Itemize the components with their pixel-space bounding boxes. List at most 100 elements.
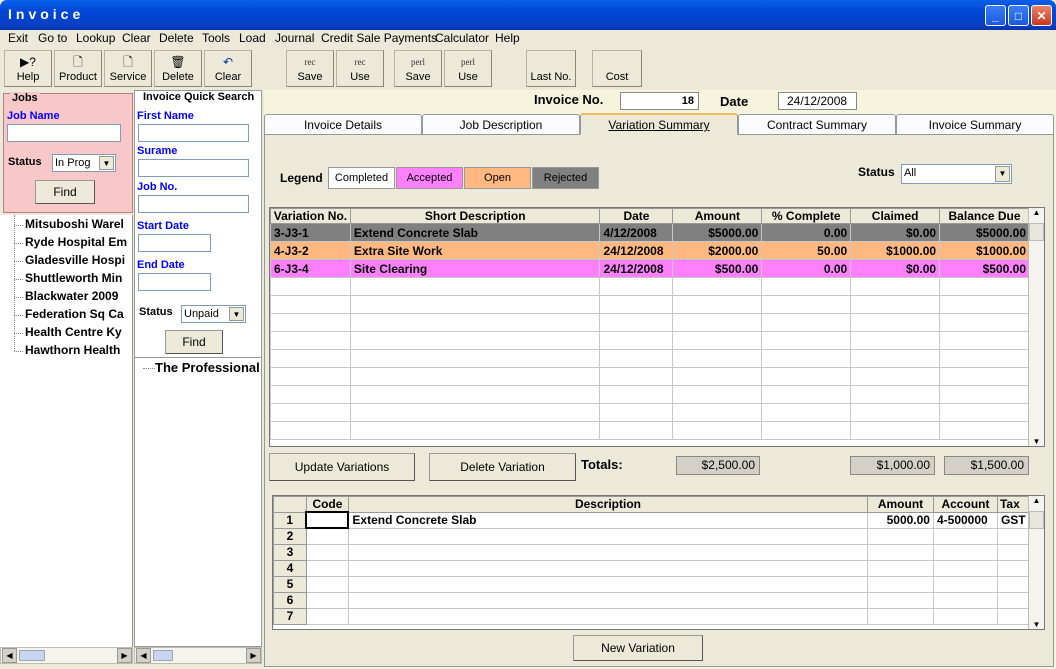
item-cell-amount[interactable]: [867, 575, 934, 593]
job-tree-item[interactable]: Mitsuboshi Warel: [25, 217, 124, 231]
variation-cell[interactable]: [349, 349, 601, 368]
item-column-header[interactable]: Description: [347, 496, 869, 513]
column-header[interactable]: Balance Due: [939, 208, 1030, 224]
variation-cell[interactable]: [672, 349, 763, 368]
variation-cell[interactable]: [599, 349, 674, 368]
variation-cell[interactable]: [761, 403, 852, 422]
variation-cell[interactable]: 24/12/2008: [599, 259, 674, 278]
variation-cell[interactable]: [349, 277, 601, 296]
column-header[interactable]: Date: [599, 208, 674, 224]
item-cell-tax[interactable]: [996, 527, 1031, 545]
product-button[interactable]: 🗋 Product: [54, 50, 102, 87]
variation-cell[interactable]: [939, 277, 1030, 296]
variation-cell[interactable]: Extra Site Work: [349, 241, 601, 260]
update-variations-button[interactable]: Update Variations: [269, 453, 415, 481]
item-cell-code[interactable]: [305, 543, 349, 561]
variation-row[interactable]: [270, 421, 1030, 440]
variation-row[interactable]: [270, 313, 1030, 332]
job-tree-item[interactable]: Health Centre Ky: [25, 325, 122, 339]
item-row[interactable]: 2: [273, 527, 1031, 545]
item-column-header[interactable]: Code: [305, 496, 349, 513]
variation-cell[interactable]: [939, 367, 1030, 386]
item-cell-tax[interactable]: [996, 559, 1031, 577]
variation-cell[interactable]: [761, 349, 852, 368]
menu-load[interactable]: Load: [239, 31, 266, 45]
column-header[interactable]: Claimed: [850, 208, 941, 224]
status-filter-select[interactable]: All ▼: [901, 164, 1012, 184]
item-row[interactable]: 6: [273, 591, 1031, 609]
variation-cell[interactable]: [850, 295, 941, 314]
item-column-header[interactable]: Tax: [996, 496, 1031, 513]
variation-cell[interactable]: [270, 367, 351, 386]
menu-journal[interactable]: Journal: [275, 31, 314, 45]
item-row[interactable]: 5: [273, 575, 1031, 593]
scroll-thumb[interactable]: [1029, 223, 1044, 241]
variation-cell[interactable]: [270, 331, 351, 350]
menu-go-to[interactable]: Go to: [38, 31, 67, 45]
job-tree-item[interactable]: Hawthorn Health: [25, 343, 120, 357]
item-cell-description[interactable]: [347, 575, 869, 593]
first-name-input[interactable]: [138, 124, 249, 142]
perl-use-button[interactable]: perl Use: [444, 50, 492, 87]
variation-cell[interactable]: [939, 331, 1030, 350]
maximize-button[interactable]: □: [1008, 5, 1029, 26]
variation-cell[interactable]: [672, 295, 763, 314]
variation-cell[interactable]: [850, 331, 941, 350]
variation-row[interactable]: [270, 367, 1030, 386]
scroll-down-icon[interactable]: ▼: [1029, 437, 1044, 446]
job-tree-item[interactable]: Ryde Hospital Em: [25, 235, 127, 249]
item-cell-tax[interactable]: [996, 591, 1031, 609]
variations-scrollbar[interactable]: ▲ ▼: [1028, 208, 1044, 446]
variation-cell[interactable]: $0.00: [850, 223, 941, 242]
variation-cell[interactable]: [599, 421, 674, 440]
variation-cell[interactable]: [270, 313, 351, 332]
invoice-no-field[interactable]: 18: [620, 92, 699, 110]
variation-cell[interactable]: $500.00: [939, 259, 1030, 278]
invoice-tree-scrollbar[interactable]: ◀ ▶: [134, 647, 262, 664]
item-row[interactable]: 3: [273, 543, 1031, 561]
variation-cell[interactable]: [672, 277, 763, 296]
variation-cell[interactable]: [850, 385, 941, 404]
date-field[interactable]: 24/12/2008: [778, 92, 857, 110]
variation-cell[interactable]: 24/12/2008: [599, 241, 674, 260]
item-cell-description[interactable]: [347, 607, 869, 625]
variation-cell[interactable]: [349, 403, 601, 422]
job-no-input[interactable]: [138, 195, 249, 213]
variation-cell[interactable]: [599, 331, 674, 350]
variation-cell[interactable]: [939, 313, 1030, 332]
scroll-down-icon[interactable]: ▼: [1029, 620, 1044, 629]
variation-cell[interactable]: [349, 295, 601, 314]
item-cell-description[interactable]: [347, 559, 869, 577]
item-cell-code[interactable]: [305, 575, 349, 593]
variation-row[interactable]: 4-J3-2 Extra Site Work 24/12/2008 $2000.00 5…: [270, 241, 1030, 260]
tab-contract-summary[interactable]: Contract Summary: [738, 114, 896, 135]
help-button[interactable]: ▶? Help: [4, 50, 52, 87]
tab-invoice-summary[interactable]: Invoice Summary: [896, 114, 1054, 135]
scroll-thumb[interactable]: [19, 650, 45, 661]
variation-cell[interactable]: [850, 277, 941, 296]
variation-cell[interactable]: [672, 367, 763, 386]
variation-cell[interactable]: [270, 403, 351, 422]
variation-cell[interactable]: [939, 403, 1030, 422]
variation-cell[interactable]: [939, 385, 1030, 404]
variation-cell[interactable]: [761, 367, 852, 386]
tab-invoice-details[interactable]: Invoice Details: [264, 114, 422, 135]
scroll-thumb[interactable]: [153, 650, 173, 661]
variation-cell[interactable]: [349, 331, 601, 350]
variation-cell[interactable]: Extend Concrete Slab: [349, 223, 601, 242]
item-row[interactable]: 4: [273, 559, 1031, 577]
item-cell-description[interactable]: [347, 591, 869, 609]
variation-cell[interactable]: $2000.00: [672, 241, 763, 260]
clear-button[interactable]: ↶ Clear: [204, 50, 252, 87]
variation-cell[interactable]: [599, 403, 674, 422]
scroll-left-icon[interactable]: ◀: [136, 648, 151, 663]
item-cell-amount[interactable]: [867, 559, 934, 577]
variation-cell[interactable]: $5000.00: [672, 223, 763, 242]
item-cell-account[interactable]: [932, 527, 998, 545]
item-cell-account[interactable]: 4-500000: [932, 511, 998, 529]
variation-cell[interactable]: $5000.00: [939, 223, 1030, 242]
jobs-tree-scrollbar[interactable]: ◀ ▶: [0, 647, 133, 664]
item-cell-code[interactable]: [305, 607, 349, 625]
variation-cell[interactable]: 0.00: [761, 259, 852, 278]
variation-cell[interactable]: [270, 277, 351, 296]
